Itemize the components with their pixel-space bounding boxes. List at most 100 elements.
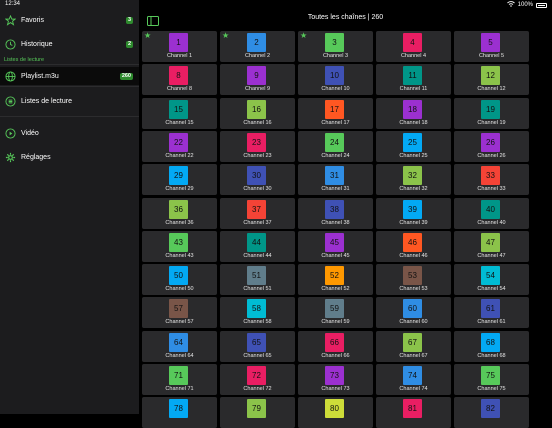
divider <box>0 86 139 87</box>
channel-tile[interactable]: 37 Channel 37 <box>220 197 295 229</box>
channel-tile[interactable]: 31 Channel 31 <box>298 164 373 196</box>
channel-logo: 38 <box>325 199 344 219</box>
channel-name: Channel 52 <box>321 286 350 293</box>
channel-tile[interactable]: 36 Channel 36 <box>142 197 217 229</box>
sidebar-item-reglages[interactable]: Réglages <box>0 148 139 166</box>
channel-tile[interactable]: 66 Channel 66 <box>298 330 373 362</box>
channel-tile[interactable]: 51 Channel 51 <box>220 264 295 296</box>
channel-name: Channel 17 <box>321 119 350 126</box>
channel-tile[interactable]: 46 Channel 46 <box>376 230 451 262</box>
channel-tile[interactable]: 45 Channel 45 <box>298 230 373 262</box>
channel-tile[interactable]: 29 Channel 29 <box>142 164 217 196</box>
channel-logo: 4 <box>403 33 422 52</box>
channel-tile[interactable]: 9 Channel 9 <box>220 64 295 96</box>
wifi-icon <box>506 1 515 9</box>
channel-tile[interactable]: 1 Channel 1 ★ <box>142 31 217 62</box>
channel-tile[interactable]: 79 <box>220 397 295 428</box>
channel-tile[interactable]: 11 Channel 11 <box>376 64 451 96</box>
channel-tile[interactable]: 54 Channel 54 <box>454 264 529 296</box>
channel-tile[interactable]: 53 Channel 53 <box>376 264 451 296</box>
channel-tile[interactable]: 58 Channel 58 <box>220 297 295 329</box>
channel-tile[interactable]: 32 Channel 32 <box>376 164 451 196</box>
channel-name: Channel 54 <box>477 286 506 293</box>
channel-tile[interactable]: 74 Channel 74 <box>376 364 451 395</box>
channel-tile[interactable]: 40 Channel 40 <box>454 197 529 229</box>
channel-name: Channel 44 <box>243 252 272 259</box>
channel-name: Channel 32 <box>399 186 428 193</box>
channel-tile[interactable]: 52 Channel 52 <box>298 264 373 296</box>
channel-tile[interactable]: 19 Channel 19 <box>454 97 529 129</box>
channel-logo: 52 <box>325 266 344 286</box>
channel-tile[interactable]: 71 Channel 71 <box>142 364 217 395</box>
channel-tile[interactable]: 78 <box>142 397 217 428</box>
channel-logo: 19 <box>481 99 500 119</box>
sidebar-item-listes[interactable]: Listes de lecture <box>0 92 139 110</box>
channel-tile[interactable]: 81 <box>376 397 451 428</box>
channel-logo: 74 <box>403 366 422 385</box>
channel-tile[interactable]: 38 Channel 38 <box>298 197 373 229</box>
channel-tile[interactable]: 64 Channel 64 <box>142 330 217 362</box>
channel-logo: 8 <box>169 66 188 86</box>
channel-tile[interactable]: 24 Channel 24 <box>298 130 373 162</box>
channel-tile[interactable]: 33 Channel 33 <box>454 164 529 196</box>
channel-tile[interactable]: 61 Channel 61 <box>454 297 529 329</box>
channel-tile[interactable]: 60 Channel 60 <box>376 297 451 329</box>
channel-tile[interactable]: 18 Channel 18 <box>376 97 451 129</box>
channel-name: Channel 4 <box>400 53 427 59</box>
channel-tile[interactable]: 30 Channel 30 <box>220 164 295 196</box>
sidebar: Favoris 3 Historique 2 Listes de lecture… <box>0 0 139 414</box>
channel-tile[interactable]: 3 Channel 3 ★ <box>298 31 373 62</box>
channel-name: Channel 2 <box>244 53 271 59</box>
channel-logo: 5 <box>481 33 500 52</box>
channel-tile[interactable]: 50 Channel 50 <box>142 264 217 296</box>
channel-name: Channel 67 <box>399 352 428 359</box>
channel-tile[interactable]: 2 Channel 2 ★ <box>220 31 295 62</box>
channel-logo: 73 <box>325 366 344 385</box>
channel-tile[interactable]: 39 Channel 39 <box>376 197 451 229</box>
channel-tile[interactable]: 44 Channel 44 <box>220 230 295 262</box>
channel-tile[interactable]: 22 Channel 22 <box>142 130 217 162</box>
sidebar-item-favoris[interactable]: Favoris 3 <box>0 11 139 29</box>
sidebar-item-video[interactable]: Vidéo <box>0 124 139 142</box>
channel-name: Channel 5 <box>478 53 505 59</box>
channel-tile[interactable]: 57 Channel 57 <box>142 297 217 329</box>
channel-tile[interactable]: 67 Channel 67 <box>376 330 451 362</box>
channel-tile[interactable]: 73 Channel 73 <box>298 364 373 395</box>
channel-tile[interactable]: 68 Channel 68 <box>454 330 529 362</box>
channel-logo: 32 <box>403 166 422 186</box>
channel-name: Channel 11 <box>399 86 428 93</box>
channel-tile[interactable]: 5 Channel 5 <box>454 31 529 62</box>
channel-tile[interactable]: 75 Channel 75 <box>454 364 529 395</box>
sidebar-item-historique[interactable]: Historique 2 <box>0 35 139 53</box>
channel-logo: 64 <box>169 332 188 352</box>
channel-logo: 2 <box>247 33 266 52</box>
channel-name: Channel 26 <box>477 152 506 159</box>
channel-name: Channel 31 <box>321 186 350 193</box>
channel-tile[interactable]: 16 Channel 16 <box>220 97 295 129</box>
channel-tile[interactable]: 26 Channel 26 <box>454 130 529 162</box>
channel-name: Channel 45 <box>321 252 350 259</box>
channel-tile[interactable]: 10 Channel 10 <box>298 64 373 96</box>
channel-tile[interactable]: 80 <box>298 397 373 428</box>
channel-tile[interactable]: 15 Channel 15 <box>142 97 217 129</box>
channel-tile[interactable]: 72 Channel 72 <box>220 364 295 395</box>
channel-name: Channel 71 <box>165 386 194 392</box>
channel-tile[interactable]: 17 Channel 17 <box>298 97 373 129</box>
channel-tile[interactable]: 12 Channel 12 <box>454 64 529 96</box>
channel-tile[interactable]: 43 Channel 43 <box>142 230 217 262</box>
sidebar-item-playlist[interactable]: Playlist.m3u 260 <box>0 67 139 85</box>
channel-tile[interactable]: 59 Channel 59 <box>298 297 373 329</box>
channel-logo: 43 <box>169 232 188 252</box>
channel-logo: 9 <box>247 66 266 86</box>
channel-tile[interactable]: 4 Channel 4 <box>376 31 451 62</box>
channel-tile[interactable]: 82 <box>454 397 529 428</box>
channel-tile[interactable]: 23 Channel 23 <box>220 130 295 162</box>
channel-tile[interactable]: 8 Channel 8 <box>142 64 217 96</box>
channel-logo: 51 <box>247 266 266 286</box>
channel-logo: 22 <box>169 132 188 152</box>
channel-tile[interactable]: 65 Channel 65 <box>220 330 295 362</box>
channel-tile[interactable]: 47 Channel 47 <box>454 230 529 262</box>
video-icon <box>5 127 16 139</box>
channel-logo: 47 <box>481 232 500 252</box>
channel-tile[interactable]: 25 Channel 25 <box>376 130 451 162</box>
